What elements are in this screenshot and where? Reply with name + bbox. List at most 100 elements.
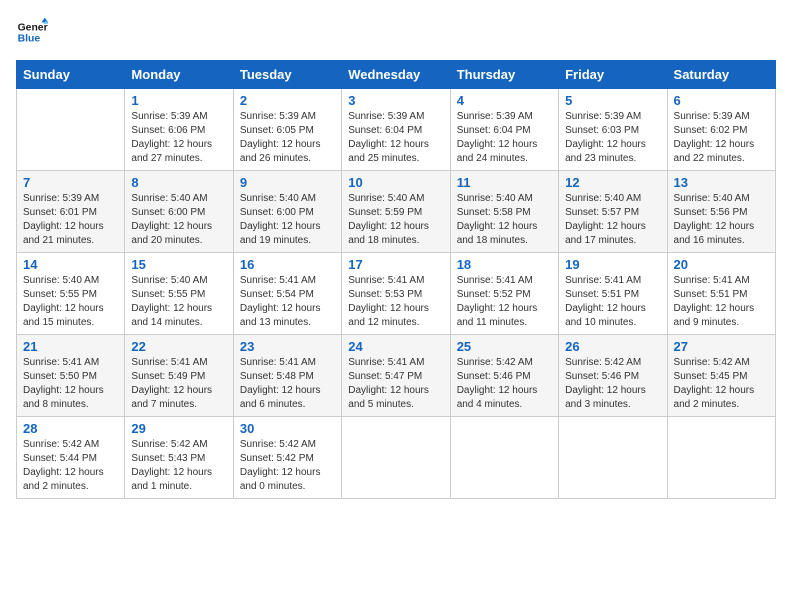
sunrise-text: Sunrise: 5:39 AM — [674, 110, 769, 124]
sunrise-text: Sunrise: 5:40 AM — [674, 192, 769, 206]
sunrise-text: Sunrise: 5:40 AM — [23, 274, 118, 288]
day-number: 7 — [23, 175, 118, 190]
day-number: 28 — [23, 421, 118, 436]
day-number: 22 — [131, 339, 226, 354]
sunset-text: Sunset: 5:50 PM — [23, 370, 118, 384]
cell-info: Sunrise: 5:40 AM Sunset: 5:59 PM Dayligh… — [348, 192, 443, 248]
calendar-cell: 11 Sunrise: 5:40 AM Sunset: 5:58 PM Dayl… — [450, 171, 558, 253]
calendar-cell: 26 Sunrise: 5:42 AM Sunset: 5:46 PM Dayl… — [559, 335, 667, 417]
calendar-cell: 3 Sunrise: 5:39 AM Sunset: 6:04 PM Dayli… — [342, 89, 450, 171]
day-number: 12 — [565, 175, 660, 190]
sunset-text: Sunset: 5:45 PM — [674, 370, 769, 384]
day-number: 29 — [131, 421, 226, 436]
sunrise-text: Sunrise: 5:42 AM — [674, 356, 769, 370]
cell-info: Sunrise: 5:39 AM Sunset: 6:05 PM Dayligh… — [240, 110, 335, 166]
sunset-text: Sunset: 5:48 PM — [240, 370, 335, 384]
calendar-cell: 29 Sunrise: 5:42 AM Sunset: 5:43 PM Dayl… — [125, 417, 233, 499]
cell-info: Sunrise: 5:40 AM Sunset: 5:56 PM Dayligh… — [674, 192, 769, 248]
cell-info: Sunrise: 5:41 AM Sunset: 5:49 PM Dayligh… — [131, 356, 226, 412]
calendar-cell — [450, 417, 558, 499]
sunset-text: Sunset: 5:54 PM — [240, 288, 335, 302]
daylight-text: Daylight: 12 hours and 9 minutes. — [674, 302, 769, 330]
calendar-cell: 17 Sunrise: 5:41 AM Sunset: 5:53 PM Dayl… — [342, 253, 450, 335]
calendar-cell: 23 Sunrise: 5:41 AM Sunset: 5:48 PM Dayl… — [233, 335, 341, 417]
calendar-cell: 20 Sunrise: 5:41 AM Sunset: 5:51 PM Dayl… — [667, 253, 775, 335]
sunset-text: Sunset: 5:42 PM — [240, 452, 335, 466]
sunrise-text: Sunrise: 5:39 AM — [348, 110, 443, 124]
calendar-cell: 1 Sunrise: 5:39 AM Sunset: 6:06 PM Dayli… — [125, 89, 233, 171]
day-number: 24 — [348, 339, 443, 354]
cell-info: Sunrise: 5:39 AM Sunset: 6:04 PM Dayligh… — [348, 110, 443, 166]
daylight-text: Daylight: 12 hours and 14 minutes. — [131, 302, 226, 330]
day-number: 26 — [565, 339, 660, 354]
daylight-text: Daylight: 12 hours and 15 minutes. — [23, 302, 118, 330]
day-number: 2 — [240, 93, 335, 108]
calendar-cell: 13 Sunrise: 5:40 AM Sunset: 5:56 PM Dayl… — [667, 171, 775, 253]
calendar-cell: 25 Sunrise: 5:42 AM Sunset: 5:46 PM Dayl… — [450, 335, 558, 417]
sunrise-text: Sunrise: 5:39 AM — [131, 110, 226, 124]
sunrise-text: Sunrise: 5:41 AM — [348, 274, 443, 288]
calendar-cell: 2 Sunrise: 5:39 AM Sunset: 6:05 PM Dayli… — [233, 89, 341, 171]
sunset-text: Sunset: 6:00 PM — [131, 206, 226, 220]
header-friday: Friday — [559, 61, 667, 89]
cell-info: Sunrise: 5:40 AM Sunset: 6:00 PM Dayligh… — [240, 192, 335, 248]
sunrise-text: Sunrise: 5:40 AM — [457, 192, 552, 206]
sunrise-text: Sunrise: 5:41 AM — [674, 274, 769, 288]
day-number: 14 — [23, 257, 118, 272]
calendar-cell: 28 Sunrise: 5:42 AM Sunset: 5:44 PM Dayl… — [17, 417, 125, 499]
sunset-text: Sunset: 5:57 PM — [565, 206, 660, 220]
calendar-cell: 24 Sunrise: 5:41 AM Sunset: 5:47 PM Dayl… — [342, 335, 450, 417]
daylight-text: Daylight: 12 hours and 6 minutes. — [240, 384, 335, 412]
sunrise-text: Sunrise: 5:42 AM — [23, 438, 118, 452]
cell-info: Sunrise: 5:42 AM Sunset: 5:43 PM Dayligh… — [131, 438, 226, 494]
sunset-text: Sunset: 5:53 PM — [348, 288, 443, 302]
calendar-cell: 22 Sunrise: 5:41 AM Sunset: 5:49 PM Dayl… — [125, 335, 233, 417]
calendar-cell: 15 Sunrise: 5:40 AM Sunset: 5:55 PM Dayl… — [125, 253, 233, 335]
sunset-text: Sunset: 5:55 PM — [131, 288, 226, 302]
daylight-text: Daylight: 12 hours and 19 minutes. — [240, 220, 335, 248]
daylight-text: Daylight: 12 hours and 18 minutes. — [457, 220, 552, 248]
daylight-text: Daylight: 12 hours and 8 minutes. — [23, 384, 118, 412]
sunset-text: Sunset: 6:06 PM — [131, 124, 226, 138]
daylight-text: Daylight: 12 hours and 18 minutes. — [348, 220, 443, 248]
day-number: 21 — [23, 339, 118, 354]
sunset-text: Sunset: 5:47 PM — [348, 370, 443, 384]
calendar-cell: 18 Sunrise: 5:41 AM Sunset: 5:52 PM Dayl… — [450, 253, 558, 335]
day-number: 10 — [348, 175, 443, 190]
week-row-5: 28 Sunrise: 5:42 AM Sunset: 5:44 PM Dayl… — [17, 417, 776, 499]
header-wednesday: Wednesday — [342, 61, 450, 89]
sunrise-text: Sunrise: 5:42 AM — [457, 356, 552, 370]
calendar-header-row: SundayMondayTuesdayWednesdayThursdayFrid… — [17, 61, 776, 89]
day-number: 4 — [457, 93, 552, 108]
cell-info: Sunrise: 5:39 AM Sunset: 6:06 PM Dayligh… — [131, 110, 226, 166]
sunrise-text: Sunrise: 5:40 AM — [240, 192, 335, 206]
cell-info: Sunrise: 5:42 AM Sunset: 5:46 PM Dayligh… — [457, 356, 552, 412]
daylight-text: Daylight: 12 hours and 20 minutes. — [131, 220, 226, 248]
header-saturday: Saturday — [667, 61, 775, 89]
sunset-text: Sunset: 6:05 PM — [240, 124, 335, 138]
cell-info: Sunrise: 5:39 AM Sunset: 6:04 PM Dayligh… — [457, 110, 552, 166]
day-number: 16 — [240, 257, 335, 272]
cell-info: Sunrise: 5:39 AM Sunset: 6:03 PM Dayligh… — [565, 110, 660, 166]
sunrise-text: Sunrise: 5:40 AM — [348, 192, 443, 206]
sunrise-text: Sunrise: 5:41 AM — [348, 356, 443, 370]
daylight-text: Daylight: 12 hours and 27 minutes. — [131, 138, 226, 166]
daylight-text: Daylight: 12 hours and 0 minutes. — [240, 466, 335, 494]
sunset-text: Sunset: 6:02 PM — [674, 124, 769, 138]
logo-icon: General Blue — [16, 16, 48, 48]
sunrise-text: Sunrise: 5:41 AM — [565, 274, 660, 288]
sunrise-text: Sunrise: 5:39 AM — [23, 192, 118, 206]
sunrise-text: Sunrise: 5:39 AM — [565, 110, 660, 124]
sunset-text: Sunset: 6:04 PM — [348, 124, 443, 138]
daylight-text: Daylight: 12 hours and 16 minutes. — [674, 220, 769, 248]
day-number: 17 — [348, 257, 443, 272]
calendar-cell — [342, 417, 450, 499]
daylight-text: Daylight: 12 hours and 12 minutes. — [348, 302, 443, 330]
daylight-text: Daylight: 12 hours and 5 minutes. — [348, 384, 443, 412]
daylight-text: Daylight: 12 hours and 4 minutes. — [457, 384, 552, 412]
cell-info: Sunrise: 5:39 AM Sunset: 6:01 PM Dayligh… — [23, 192, 118, 248]
cell-info: Sunrise: 5:42 AM Sunset: 5:44 PM Dayligh… — [23, 438, 118, 494]
daylight-text: Daylight: 12 hours and 11 minutes. — [457, 302, 552, 330]
svg-text:General: General — [18, 22, 48, 33]
day-number: 27 — [674, 339, 769, 354]
